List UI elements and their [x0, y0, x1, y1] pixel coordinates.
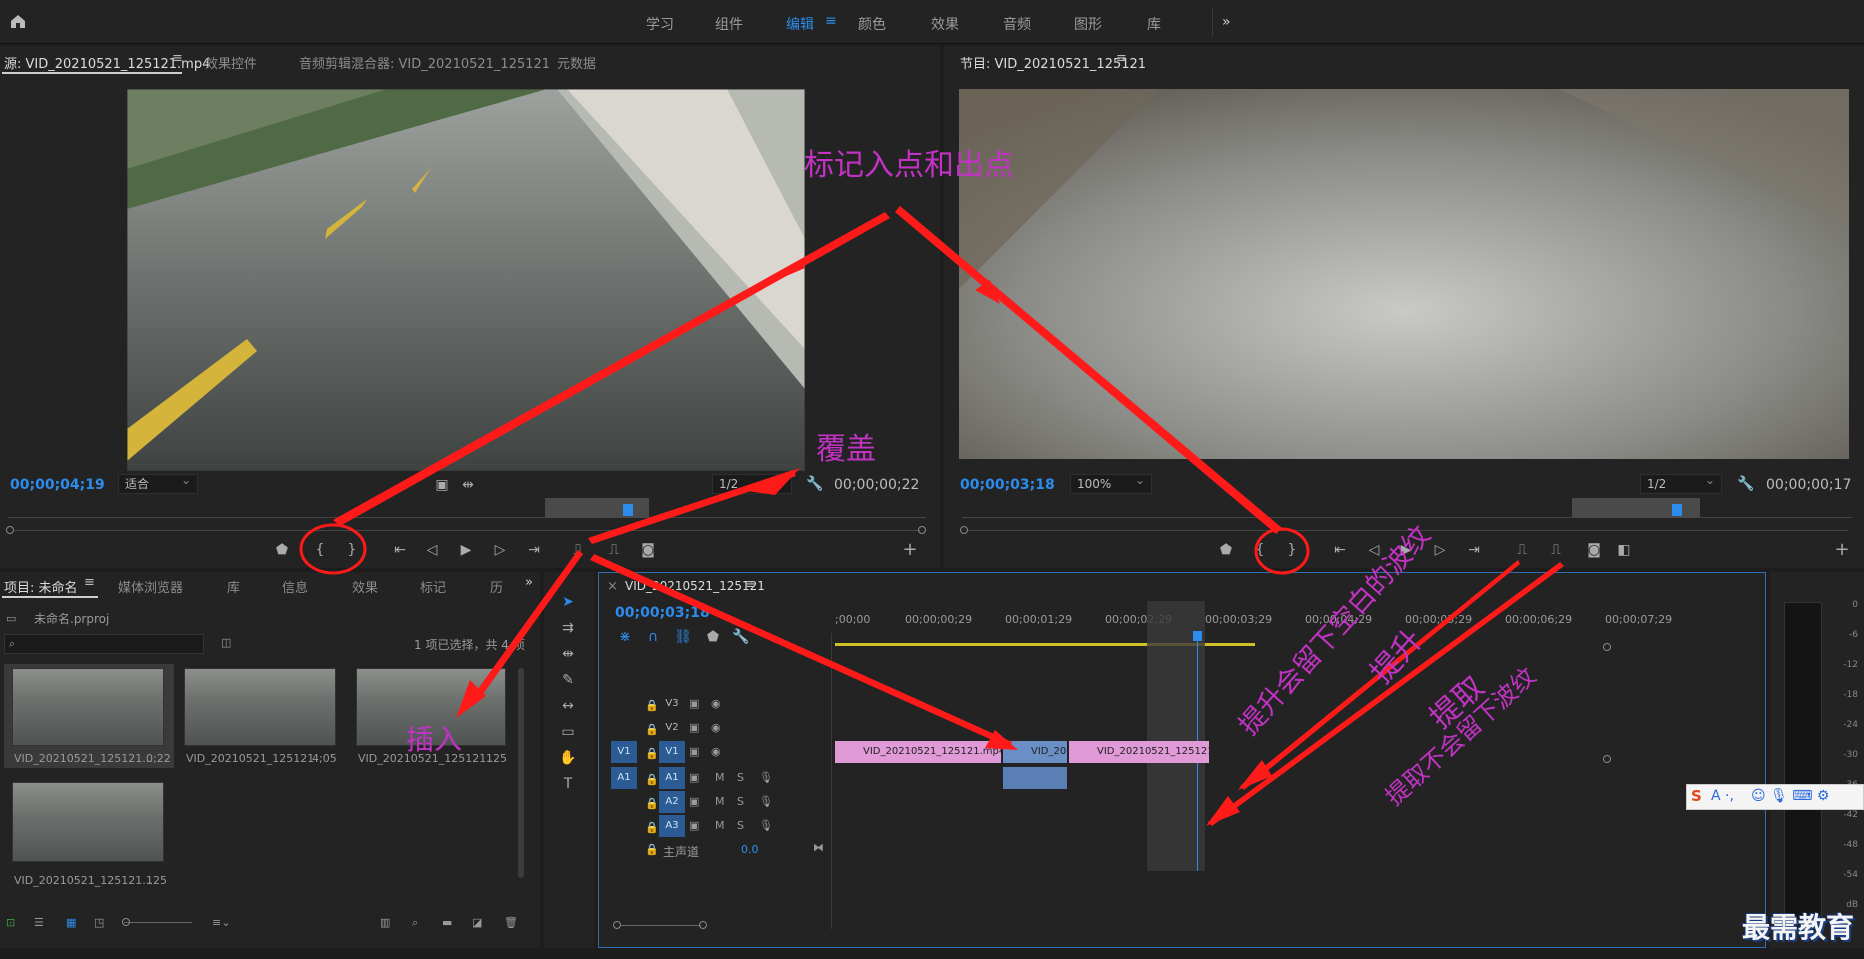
arrow-timeline	[590, 554, 1012, 748]
annotation-mark: 标记入点和出点	[804, 148, 1014, 183]
arrow-mark-program	[895, 206, 1282, 534]
arrow-insert	[470, 550, 583, 704]
program-mark-circle	[1254, 527, 1310, 575]
watermark-logo: 最需教育	[1742, 911, 1855, 944]
arrowhead-mark-in	[740, 260, 805, 296]
arrowhead-overwrite	[740, 468, 800, 495]
arrowhead-extract	[1206, 796, 1240, 826]
annotation-insert: 插入	[406, 723, 463, 756]
annotation-overwrite: 覆盖	[816, 432, 876, 467]
arrow-mark-in	[333, 212, 890, 526]
mark-in-out-circle	[299, 523, 367, 575]
